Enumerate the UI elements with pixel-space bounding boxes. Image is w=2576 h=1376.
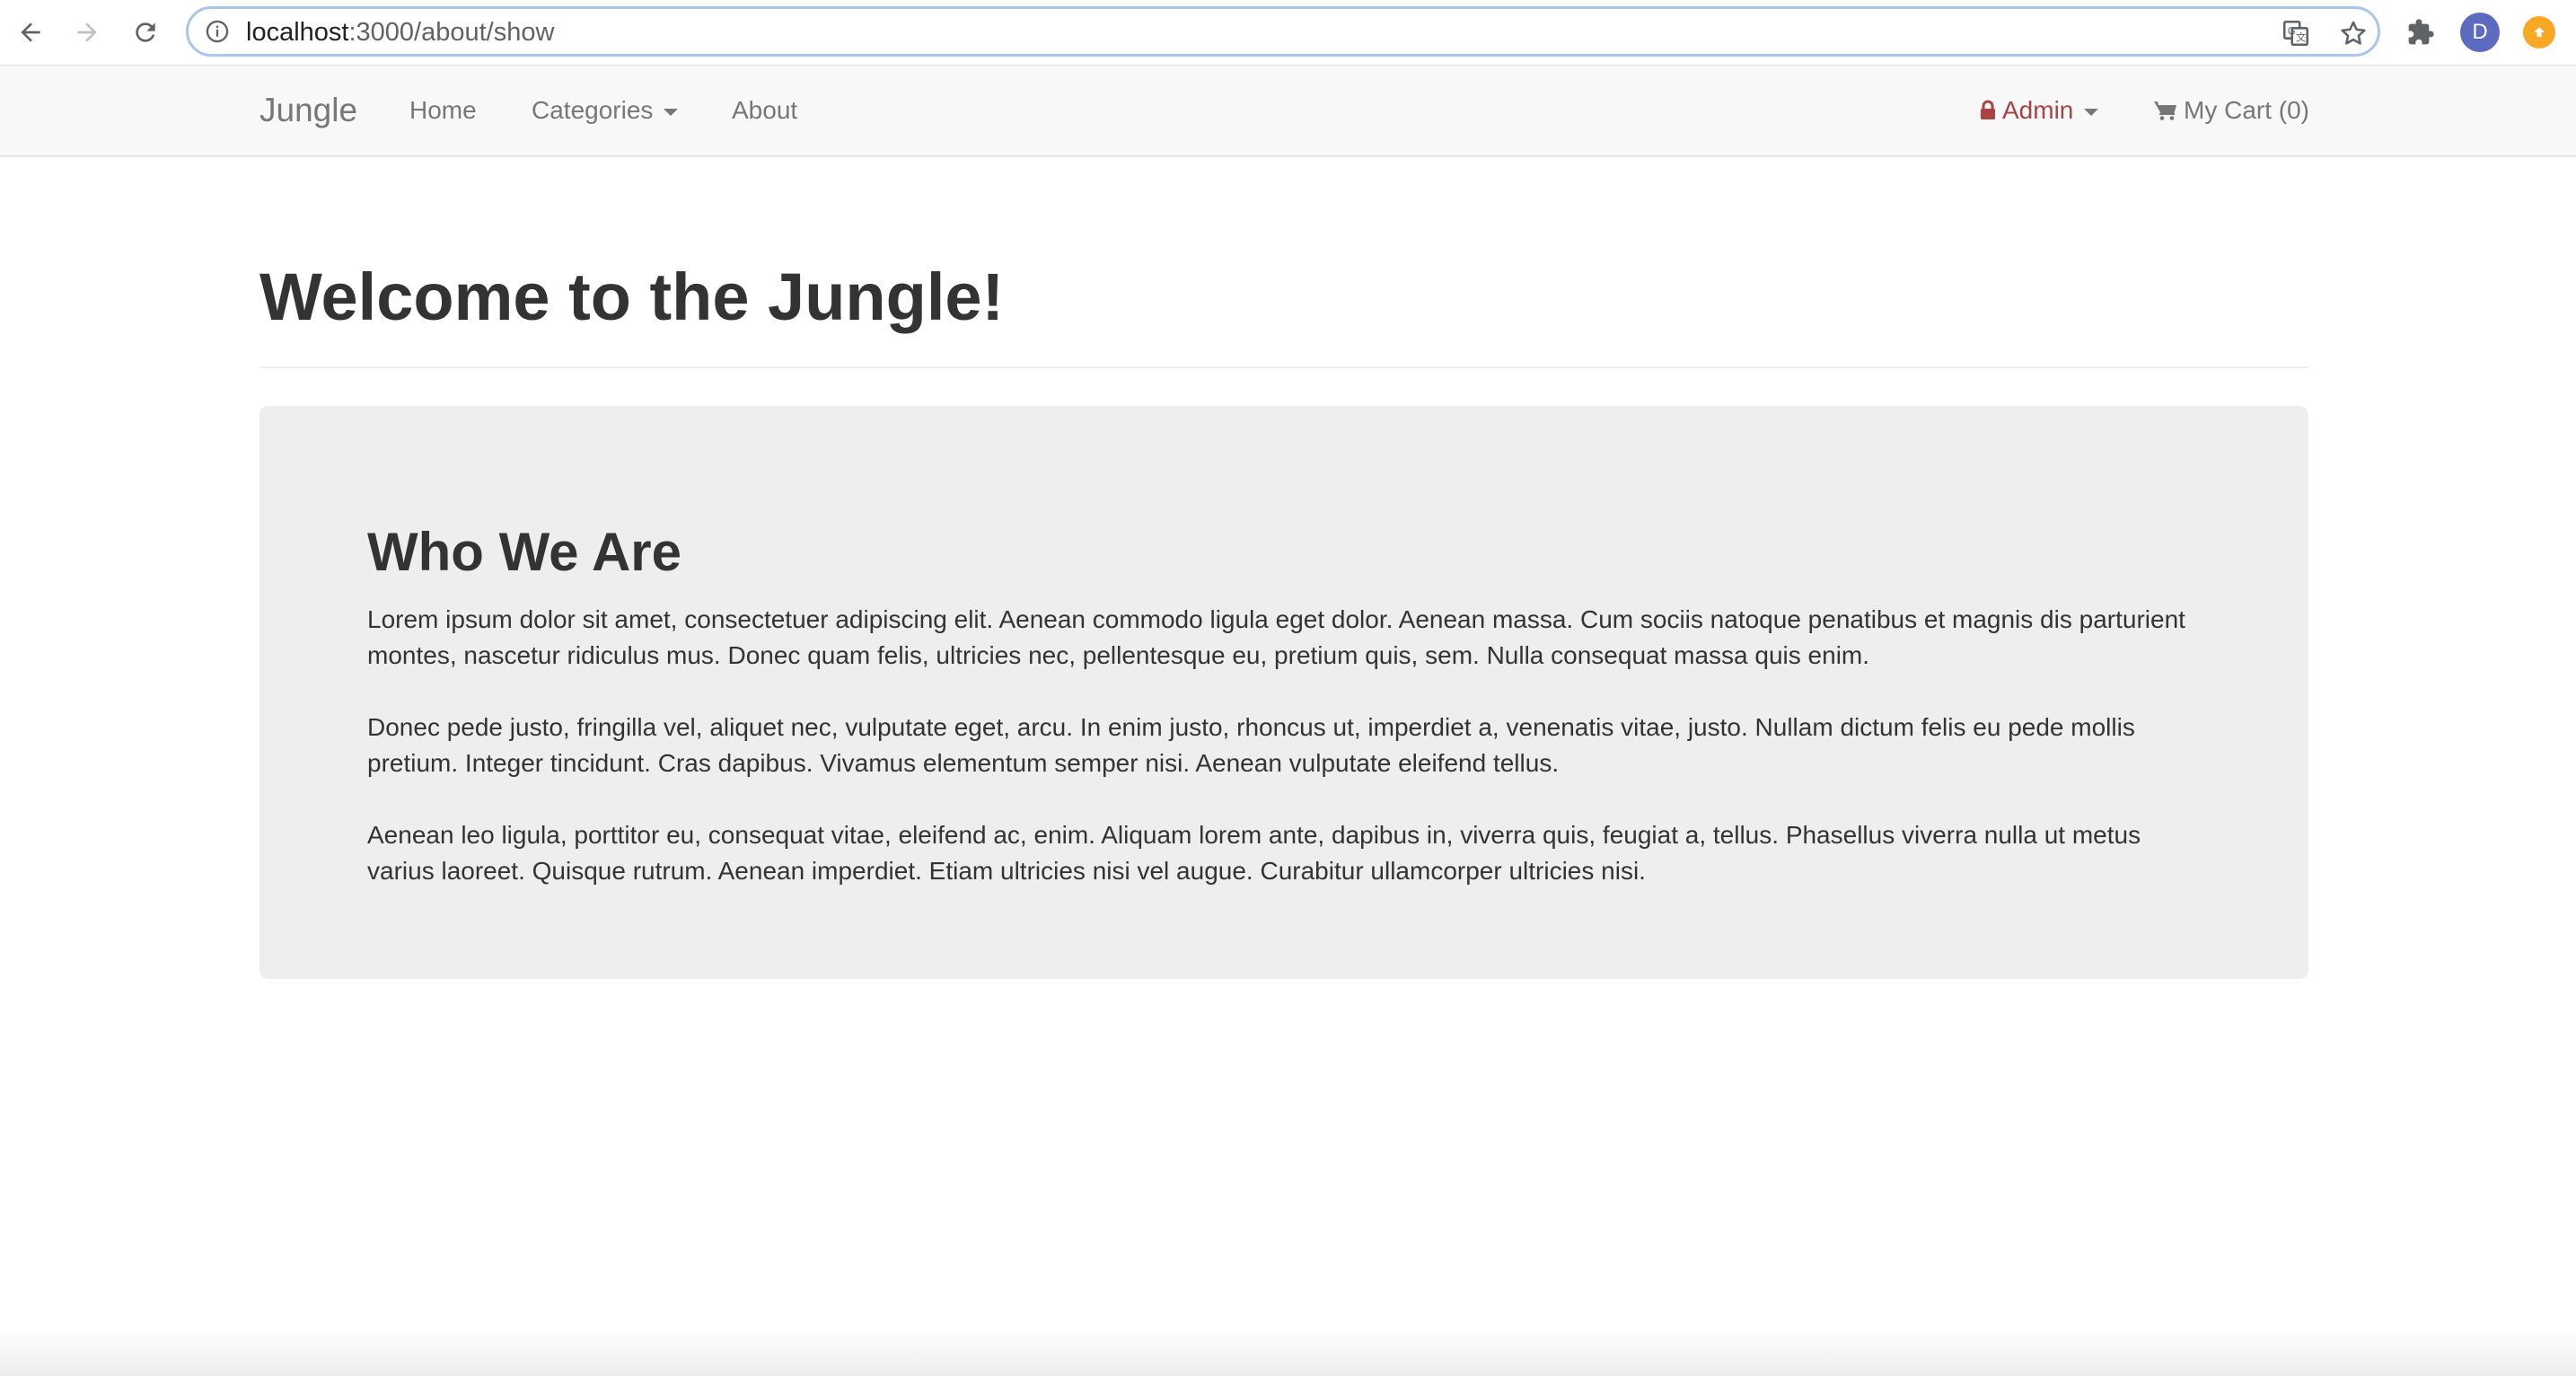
update-icon[interactable] — [2523, 16, 2555, 49]
caret-down-icon — [664, 109, 679, 116]
paragraph: Aenean leo ligula, porttitor eu, consequ… — [367, 821, 2141, 885]
section-heading: Who We Are — [367, 522, 682, 582]
cart-icon — [2154, 101, 2176, 120]
reload-button[interactable] — [126, 13, 165, 52]
url-host: localhost — [246, 18, 349, 47]
nav-categories-label: Categories — [532, 96, 654, 124]
lock-icon — [1981, 100, 1995, 119]
paragraph: Donec pede justo, fringilla vel, aliquet… — [367, 713, 2135, 777]
nav-categories-dropdown[interactable]: Categories — [532, 66, 679, 155]
about-jumbotron: Who We Are Lorem ipsum dolor sit amet, c… — [259, 406, 2308, 979]
translate-icon[interactable]: G 文 — [2281, 18, 2311, 49]
url-text[interactable]: localhost:3000/about/show — [246, 18, 554, 47]
svg-text:文: 文 — [2296, 31, 2306, 44]
page-title: Welcome to the Jungle! — [259, 260, 1005, 334]
nav-admin-label: Admin — [2002, 96, 2074, 124]
arrow-up-icon — [2534, 27, 2545, 37]
browser-toolbar: localhost:3000/about/show G 文 D — [0, 0, 2576, 66]
brand-link[interactable]: Jungle — [259, 66, 357, 155]
caret-down-icon — [2084, 109, 2099, 116]
page-header: Welcome to the Jungle! — [259, 243, 2308, 368]
forward-arrow-icon — [77, 22, 97, 42]
forward-button[interactable] — [67, 13, 107, 52]
url-path: :3000/about/show — [348, 18, 555, 47]
svg-text:G: G — [2288, 24, 2296, 37]
nav-about-link[interactable]: About — [732, 66, 797, 155]
back-arrow-icon — [21, 22, 40, 42]
reload-icon — [136, 22, 155, 42]
puzzle-icon — [2408, 19, 2434, 45]
nav-admin-dropdown[interactable]: Admin — [1979, 66, 2099, 155]
nav-cart-link[interactable]: My Cart (0) — [2153, 66, 2309, 155]
site-navbar: Jungle Home Categories About Admin My Ca… — [0, 66, 2576, 157]
back-button[interactable] — [11, 13, 50, 52]
info-icon[interactable] — [205, 19, 230, 44]
paragraph: Lorem ipsum dolor sit amet, consectetuer… — [367, 605, 2185, 669]
extensions-button[interactable] — [2401, 13, 2440, 52]
nav-cart-label: My Cart (0) — [2184, 96, 2309, 124]
star-icon[interactable] — [2338, 18, 2369, 49]
window-bottom-shadow — [0, 1329, 2576, 1376]
nav-home-link[interactable]: Home — [409, 66, 477, 155]
address-bar[interactable]: localhost:3000/about/show G 文 — [186, 6, 2380, 57]
profile-avatar[interactable]: D — [2460, 13, 2500, 52]
